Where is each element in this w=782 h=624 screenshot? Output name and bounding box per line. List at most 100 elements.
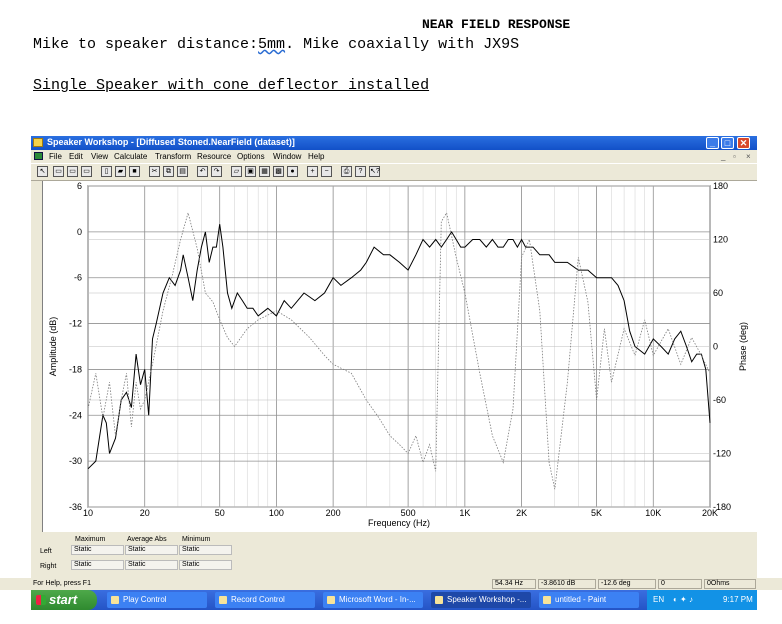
- menu-window[interactable]: Window: [273, 152, 301, 161]
- zoom-out-icon[interactable]: −: [321, 166, 332, 177]
- record-icon[interactable]: ●: [287, 166, 298, 177]
- status-bar: For Help, press F1 54.34 Hz -3.8610 dB -…: [0, 578, 782, 590]
- col-average-abs: Average Abs: [127, 536, 167, 543]
- enclosure-icon[interactable]: ▭: [81, 166, 92, 177]
- x-tick-label: 2K: [516, 508, 527, 518]
- menu-resource[interactable]: Resource: [197, 152, 231, 161]
- frequency-response-chart[interactable]: 10 20 50 100 200 500 1K 2K 5K 10K 20K60-6-12-18-24…: [31, 181, 757, 532]
- task-record-control[interactable]: Record Control: [215, 592, 315, 608]
- task-label: Microsoft Word - In-...: [339, 595, 416, 604]
- window-icon[interactable]: ▩: [273, 166, 284, 177]
- menu-file[interactable]: File: [49, 152, 62, 161]
- window-titlebar[interactable]: Speaker Workshop - [Diffused Stoned.Near…: [31, 136, 757, 150]
- chart-icon[interactable]: ▦: [259, 166, 270, 177]
- x-tick-label: 500: [401, 508, 416, 518]
- y2-tick-label: 0: [713, 342, 718, 352]
- task-play-control[interactable]: Play Control: [107, 592, 207, 608]
- help-icon[interactable]: ?: [355, 166, 366, 177]
- driver-icon[interactable]: ▭: [53, 166, 64, 177]
- window-title: Speaker Workshop - [Diffused Stoned.Near…: [47, 137, 295, 147]
- document-line-distance-c: . Mike coaxially with JX9S: [285, 36, 520, 53]
- right-average-abs: Static: [125, 560, 178, 570]
- app-icon: [33, 138, 43, 147]
- document-line-distance-a: Mike to speaker distance:: [33, 36, 259, 53]
- y-tick-label: -24: [69, 410, 82, 420]
- task-label: Speaker Workshop -...: [447, 595, 527, 604]
- task-label: Record Control: [231, 595, 285, 604]
- menu-edit[interactable]: Edit: [69, 152, 83, 161]
- volume-app-icon: [111, 596, 119, 604]
- mdi-close-icon[interactable]: ×: [746, 152, 751, 161]
- y-tick-label: -30: [69, 456, 82, 466]
- y2-tick-label: -180: [713, 502, 731, 512]
- y-axis-label: Amplitude (dB): [48, 317, 58, 377]
- y2-tick-label: 180: [713, 181, 728, 191]
- status-zero: 0: [658, 579, 702, 589]
- plot-pane: 10 20 50 100 200 500 1K 2K 5K 10K 20K 6 0 -6 -12 -18 -24…: [31, 181, 757, 532]
- zoom-in-icon[interactable]: +: [307, 166, 318, 177]
- start-label: start: [49, 592, 78, 607]
- new-file-icon[interactable]: ▯: [101, 166, 112, 177]
- y-tick-label: -6: [74, 273, 82, 283]
- col-maximum: Maximum: [75, 536, 106, 543]
- mdi-restore-icon[interactable]: ▫: [733, 152, 736, 161]
- speaker-workshop-icon: [435, 596, 443, 604]
- taskbar: start Play Control Record Control Micros…: [31, 590, 757, 610]
- paste-icon[interactable]: ▤: [177, 166, 188, 177]
- x-tick-label: 200: [326, 508, 341, 518]
- menu-view[interactable]: View: [91, 152, 108, 161]
- open-folder-icon[interactable]: ▰: [115, 166, 126, 177]
- tray-icons[interactable]: ◐ ✦ ♪: [673, 595, 693, 604]
- start-button[interactable]: start: [31, 590, 97, 610]
- close-icon[interactable]: ✕: [737, 137, 750, 149]
- y2-axis-label: Phase (deg): [738, 322, 748, 371]
- y2-tick-label: 120: [713, 235, 728, 245]
- task-paint[interactable]: untitled - Paint: [539, 592, 639, 608]
- y-tick-label: 0: [77, 227, 82, 237]
- y-tick-label: -18: [69, 364, 82, 374]
- copy-icon[interactable]: ⧉: [163, 166, 174, 177]
- toolbar: ↖ ▭ ▭ ▭ ▯ ▰ ■ ✂ ⧉ ▤ ↶ ↷ ▱ ▣ ▦ ▩ ● + − ⎙ …: [31, 163, 757, 181]
- menu-transform[interactable]: Transform: [155, 152, 191, 161]
- cut-icon[interactable]: ✂: [149, 166, 160, 177]
- task-label: Play Control: [123, 595, 167, 604]
- redo-icon[interactable]: ↷: [211, 166, 222, 177]
- clock: 9:17 PM: [723, 595, 753, 604]
- task-speaker-workshop[interactable]: Speaker Workshop -...: [431, 592, 531, 608]
- open-dataset-icon[interactable]: ▱: [231, 166, 242, 177]
- undo-icon[interactable]: ↶: [197, 166, 208, 177]
- task-microsoft-word[interactable]: Microsoft Word - In-...: [323, 592, 423, 608]
- x-tick-label: 50: [215, 508, 225, 518]
- document-subtitle: Single Speaker with cone deflector insta…: [33, 77, 430, 94]
- row-left-label: Left: [40, 548, 52, 555]
- menu-calculate[interactable]: Calculate: [114, 152, 147, 161]
- print-icon[interactable]: ⎙: [341, 166, 352, 177]
- context-help-icon[interactable]: ↖?: [369, 166, 380, 177]
- mdi-minimize-icon[interactable]: _: [721, 152, 725, 161]
- save-icon[interactable]: ■: [129, 166, 140, 177]
- y2-tick-label: -60: [713, 395, 726, 405]
- menu-help[interactable]: Help: [308, 152, 324, 161]
- speaker-workshop-window: Speaker Workshop - [Diffused Stoned.Near…: [31, 136, 757, 590]
- menu-options[interactable]: Options: [237, 152, 265, 161]
- status-frequency: 54.34 Hz: [492, 579, 536, 589]
- menu-bar: File Edit View Calculate Transform Resou…: [31, 150, 757, 163]
- y2-tick-label: 60: [713, 288, 723, 298]
- x-tick-label: 10K: [645, 508, 661, 518]
- minimize-icon[interactable]: _: [706, 137, 719, 149]
- word-icon: [327, 596, 335, 604]
- pointer-tool-icon[interactable]: ↖: [37, 166, 48, 177]
- status-help: For Help, press F1: [33, 580, 91, 587]
- measurement-panel: Maximum Average Abs Minimum Left Static …: [31, 532, 757, 577]
- left-average-abs: Static: [125, 545, 178, 555]
- language-indicator[interactable]: EN: [653, 595, 664, 604]
- x-tick-label: 1K: [459, 508, 470, 518]
- tree-pane-edge[interactable]: [31, 181, 43, 532]
- y-tick-label: -12: [69, 319, 82, 329]
- measure-icon[interactable]: ▣: [245, 166, 256, 177]
- network-icon[interactable]: ▭: [67, 166, 78, 177]
- status-impedance: 0Ohms: [704, 579, 756, 589]
- windows-flag-icon: [36, 595, 46, 605]
- document-icon: [34, 152, 43, 160]
- maximize-icon[interactable]: □: [721, 137, 734, 149]
